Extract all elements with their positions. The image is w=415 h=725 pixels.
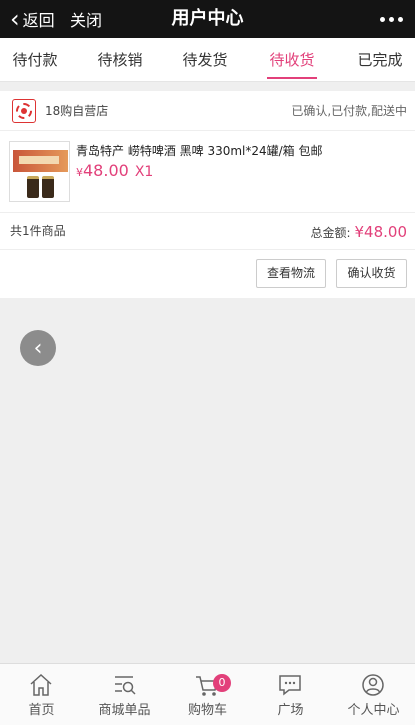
- tab-pending-verification[interactable]: 待核销: [85, 38, 155, 82]
- item-count: 共1件商品: [10, 224, 66, 238]
- back-button[interactable]: ‹ 返回: [10, 0, 55, 38]
- total-amount: 总金额: ¥48.00: [310, 213, 407, 252]
- chevron-left-icon: ‹: [33, 335, 43, 361]
- shop-logo: [12, 99, 36, 123]
- page-title: 用户中心: [171, 8, 244, 29]
- product-title: 青岛特产 崂特啤酒 黑啤 330ml*24罐/箱 包邮: [76, 144, 323, 158]
- currency-symbol: ¥: [76, 166, 83, 179]
- chat-icon: [279, 675, 301, 696]
- floating-back-button[interactable]: ‹: [20, 330, 56, 366]
- order-status-tabs: 待付款 待核销 待发货 待收货 已完成: [0, 38, 415, 82]
- more-menu-icon[interactable]: [380, 0, 403, 38]
- search-list-icon: [115, 676, 136, 695]
- nav-square[interactable]: 广场: [249, 664, 332, 725]
- nav-label: 购物车: [187, 703, 227, 718]
- tab-pending-receipt[interactable]: 待收货: [257, 38, 327, 82]
- user-icon: [362, 674, 384, 696]
- home-icon: [30, 673, 52, 696]
- back-label: 返回: [22, 11, 55, 30]
- tab-pending-shipment[interactable]: 待发货: [170, 38, 240, 82]
- total-value: ¥48.00: [354, 223, 408, 241]
- order-status: 已确认,已付款,配送中: [291, 104, 407, 118]
- close-button[interactable]: 关闭: [70, 0, 102, 38]
- total-row: 共1件商品 总金额: ¥48.00: [0, 213, 415, 250]
- nav-home[interactable]: 首页: [0, 664, 83, 725]
- nav-mall-items[interactable]: 商城单品: [83, 664, 166, 725]
- nav-cart[interactable]: 0 购物车: [166, 664, 249, 725]
- tab-pending-payment[interactable]: 待付款: [0, 38, 70, 82]
- nav-label: 商城单品: [98, 703, 151, 718]
- total-label: 总金额:: [310, 226, 351, 240]
- nav-label: 广场: [277, 703, 304, 718]
- bottom-nav: 首页 商城单品 0 购物车 广场 个人中心: [0, 663, 415, 725]
- view-logistics-button[interactable]: 查看物流: [256, 259, 326, 288]
- cart-badge: 0: [213, 674, 231, 692]
- nav-profile[interactable]: 个人中心: [332, 664, 415, 725]
- chevron-left-icon: ‹: [10, 5, 20, 33]
- price-value: 48.00: [83, 161, 129, 180]
- top-bar: ‹ 返回 关闭 用户中心: [0, 0, 415, 38]
- product-quantity: X1: [134, 164, 154, 180]
- shop-name: 18购自营店: [45, 104, 109, 118]
- product-price: ¥48.00 X1: [76, 161, 153, 180]
- product-row[interactable]: 青岛特产 崂特啤酒 黑啤 330ml*24罐/箱 包邮 ¥48.00 X1: [0, 131, 415, 213]
- tab-completed[interactable]: 已完成: [345, 38, 415, 82]
- nav-label: 个人中心: [347, 703, 400, 718]
- nav-label: 首页: [28, 703, 55, 718]
- order-card: 18购自营店 已确认,已付款,配送中 青岛特产 崂特啤酒 黑啤 330ml*24…: [0, 91, 415, 298]
- confirm-receipt-button[interactable]: 确认收货: [336, 259, 407, 288]
- shop-row: 18购自营店 已确认,已付款,配送中: [0, 91, 415, 131]
- product-image[interactable]: [9, 141, 70, 202]
